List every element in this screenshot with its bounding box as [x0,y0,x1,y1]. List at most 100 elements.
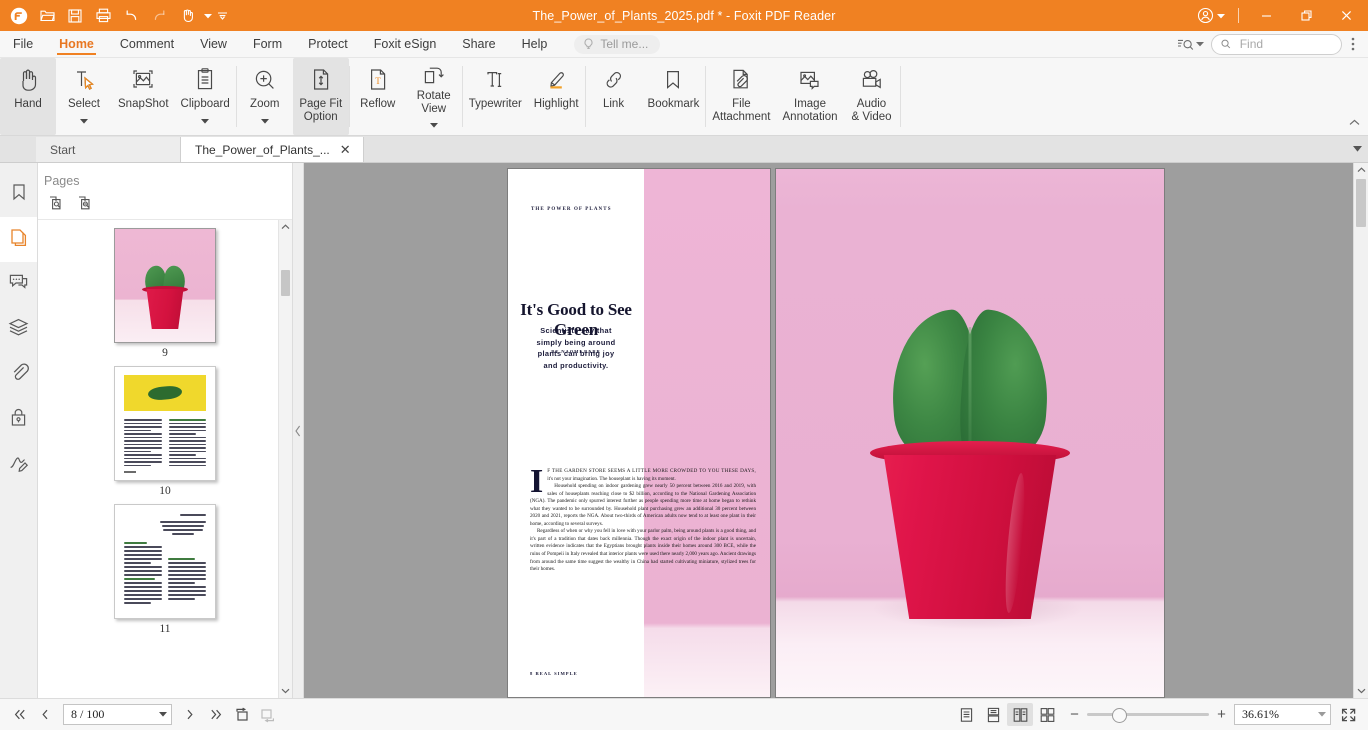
scroll-up-icon[interactable] [1354,163,1368,177]
save-icon[interactable] [62,4,88,28]
sidebar-item-security[interactable] [0,397,37,442]
sidebar-item-comments[interactable] [0,262,37,307]
sidebar-item-attachments[interactable] [0,352,37,397]
sidebar-item-bookmarks[interactable] [0,172,37,217]
page-thumbnail-11[interactable] [114,504,216,619]
rotate-view-dropdown-icon[interactable] [429,115,438,133]
foxit-logo-icon[interactable] [6,4,32,28]
audio-video-button[interactable]: Audio & Video [844,58,900,135]
zoom-slider-handle[interactable] [1112,708,1127,723]
menu-comment[interactable]: Comment [107,31,187,57]
clipboard-dropdown-icon[interactable] [201,111,210,129]
image-annotation-button[interactable]: Image Annotation [777,58,844,135]
pages-panel-scrollbar[interactable] [278,220,292,698]
continuous-scroll-view-button[interactable] [980,703,1006,726]
chevron-down-icon [159,712,167,717]
menu-form[interactable]: Form [240,31,295,57]
zoom-button[interactable]: Zoom [237,58,293,135]
clipboard-button[interactable]: Clipboard [175,58,236,135]
zoom-level-input[interactable]: 36.61% [1234,704,1331,725]
menu-protect[interactable]: Protect [295,31,361,57]
scroll-down-icon[interactable] [1354,684,1368,698]
list-item[interactable]: 11 [38,504,292,635]
more-options-icon[interactable] [1344,33,1362,55]
tab-start[interactable]: Start [36,137,181,162]
close-icon[interactable]: ✕ [338,142,353,157]
menu-share[interactable]: Share [449,31,508,57]
zoom-dropdown-icon[interactable] [260,111,269,129]
open-icon[interactable] [34,4,60,28]
pages-panel: Pages 9 10 11 [38,163,293,698]
chevron-down-icon [1318,712,1326,717]
zoom-in-button[interactable]: + [1216,707,1227,722]
collapse-panel-handle[interactable] [293,163,304,698]
undo-icon[interactable] [118,4,144,28]
quick-access-toolbar [0,4,228,28]
list-item[interactable]: 10 [38,366,292,497]
full-screen-button[interactable] [1335,703,1361,726]
select-button[interactable]: Select [56,58,112,135]
zoom-out-button[interactable]: − [1069,707,1080,722]
link-button[interactable]: Link [586,58,642,135]
scroll-down-icon[interactable] [279,684,292,698]
reduce-page-thumbnails-icon[interactable] [75,193,95,213]
typewriter-button[interactable]: Typewriter [463,58,528,135]
reflow-button[interactable]: T Reflow [350,58,406,135]
document-page-left[interactable]: THE POWER OF PLANTS It's Good to See Gre… [508,169,770,697]
page-thumbnail-10[interactable] [114,366,216,481]
sidebar-item-signatures[interactable] [0,442,37,487]
tab-list-dropdown-icon[interactable] [1346,136,1368,162]
menu-view[interactable]: View [187,31,240,57]
document-view[interactable]: THE POWER OF PLANTS It's Good to See Gre… [304,163,1368,698]
document-scrollbar[interactable] [1353,163,1368,698]
hand-tool-icon[interactable] [174,4,200,28]
bookmark-label: Bookmark [647,98,700,110]
first-page-button[interactable] [7,704,31,726]
menu-file[interactable]: File [0,31,46,57]
next-page-button[interactable] [178,704,202,726]
account-icon[interactable] [1191,0,1231,31]
facing-page-view-button[interactable] [1007,703,1033,726]
list-item[interactable]: 9 [38,228,292,359]
menu-home[interactable]: Home [46,31,107,57]
menu-help[interactable]: Help [509,31,561,57]
rotate-view-button[interactable]: Rotate View [406,58,462,135]
rotate-page-button[interactable] [230,704,254,726]
continuous-facing-view-button[interactable] [1034,703,1060,726]
page-thumbnail-9[interactable] [114,228,216,343]
scrollbar-thumb[interactable] [281,270,290,296]
tell-me-search[interactable]: Tell me... [574,34,661,54]
select-dropdown-icon[interactable] [80,111,88,129]
restore-button[interactable] [1286,0,1326,31]
file-attachment-button[interactable]: File Attachment [706,58,776,135]
bookmark-button[interactable]: Bookmark [642,58,706,135]
sidebar-item-layers[interactable] [0,307,37,352]
tab-the-power-of-plants[interactable]: The_Power_of_Plants_... ✕ [181,137,364,162]
document-page-right[interactable] [776,169,1164,697]
scrollbar-thumb[interactable] [1356,179,1366,227]
sidebar-item-pages[interactable] [0,217,37,262]
close-button[interactable] [1326,0,1366,31]
page-fit-option-button[interactable]: Page Fit Option [292,58,349,135]
page-number-input[interactable]: 8 / 100 [63,704,172,725]
minimize-button[interactable] [1246,0,1286,31]
print-icon[interactable] [90,4,116,28]
page-thumbnail-list[interactable]: 9 10 11 [38,220,292,698]
snapshot-button[interactable]: SnapShot [112,58,175,135]
previous-page-button[interactable] [33,704,57,726]
find-box[interactable] [1211,33,1342,55]
hand-tool-dropdown-icon[interactable] [202,4,214,28]
last-page-button[interactable] [204,704,228,726]
zoom-slider[interactable]: − + [1069,707,1227,723]
collapse-ribbon-icon[interactable] [1346,115,1362,131]
hand-button[interactable]: Hand [0,58,56,135]
single-page-view-button[interactable] [953,703,979,726]
zoom-slider-track[interactable] [1087,708,1209,723]
advanced-search-icon[interactable] [1172,37,1209,52]
customize-quick-access-icon[interactable] [216,4,228,28]
find-input[interactable] [1237,36,1329,52]
scroll-up-icon[interactable] [279,220,292,234]
enlarge-page-thumbnails-icon[interactable] [46,193,66,213]
menu-foxit-esign[interactable]: Foxit eSign [361,31,450,57]
highlight-button[interactable]: Highlight [528,58,585,135]
